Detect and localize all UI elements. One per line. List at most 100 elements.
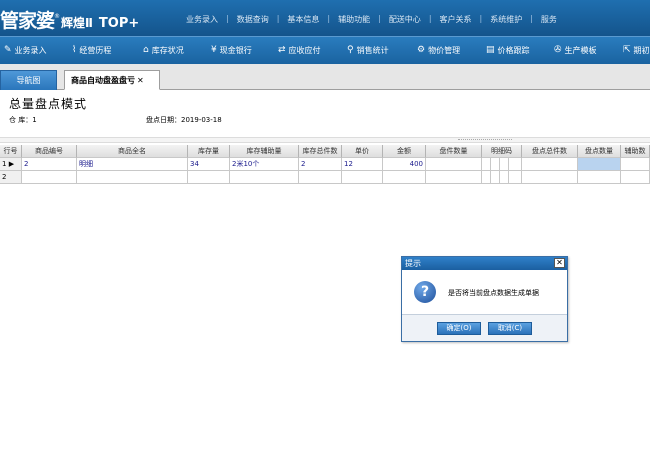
top-menu: 业务录入 | 数据查询 | 基本信息 | 辅助功能 | 配送中心 | 客户关系 | 系统维护… [178,14,565,25]
column-header[interactable]: 金额 [383,145,426,158]
column-header[interactable]: 盘点数量 [578,145,621,158]
cell-count-qty[interactable] [578,158,621,171]
cell-aux-count[interactable] [621,158,650,171]
current-row-marker-icon: ▶ [8,160,15,168]
cell-stock-total[interactable] [299,171,342,184]
gear-icon: ⚙ [417,45,426,55]
toolbar-operation-history[interactable]: ⌇ 经营历程 [72,45,111,56]
cell-count-total[interactable] [522,171,578,184]
column-header[interactable]: 商品全名 [77,145,188,158]
toolbar-sales-stats[interactable]: ⚲ 销售统计 [347,45,389,56]
close-icon[interactable]: ✕ [554,258,565,268]
wrench-icon: ✇ [554,45,562,55]
book-icon: ▤ [486,45,495,55]
cell-piece-qty[interactable] [426,171,482,184]
cell-stock-aux[interactable]: 2米10个 [230,158,299,171]
toolbar-production-template[interactable]: ✇ 生产模板 [554,45,597,56]
toolbar-business-entry[interactable]: ✎ 业务录入 [4,45,47,56]
table-row[interactable]: 1 ▶ 2 明细 34 2米10个 2 12 400 [0,158,650,171]
cell-detail-code[interactable] [509,171,522,184]
cell-count-qty[interactable] [578,171,621,184]
toolbar-cash-bank[interactable]: ¥ 现金银行 [211,45,252,56]
cell-detail-code[interactable] [482,158,491,171]
cell-piece-qty[interactable] [426,158,482,171]
top-menu-item[interactable]: 辅助功能 [330,14,378,25]
column-header[interactable]: 辅助数 [621,145,650,158]
column-header[interactable]: 盘件数量 [426,145,482,158]
cell-detail-code[interactable] [500,171,509,184]
row-number: 2 [0,171,22,184]
table-row[interactable]: 2 [0,171,650,184]
cell-stock-qty[interactable] [188,171,230,184]
export-icon: ⇱ [623,45,631,55]
cell-product-name[interactable]: 明细 [77,158,188,171]
cell-amount[interactable]: 400 [383,158,426,171]
tab-navigation-map[interactable]: 导航图 [0,70,57,90]
dialog-title-bar[interactable]: 提示 ✕ [402,257,567,270]
toolbar-opening[interactable]: ⇱ 期初 [623,45,650,56]
cancel-button[interactable]: 取消(C) [488,322,532,335]
splitter-handle[interactable] [0,137,650,143]
logo-main: 管家婆 [0,10,55,32]
column-header[interactable]: 库存辅助量 [230,145,299,158]
logo-registered-mark: ® [54,13,61,20]
pen-icon: ✎ [4,45,12,55]
yen-icon: ¥ [211,45,217,55]
top-menu-item[interactable]: 数据查询 [229,14,277,25]
cell-product-code[interactable] [22,171,77,184]
top-menu-item[interactable]: 基本信息 [279,14,327,25]
cell-stock-qty[interactable]: 34 [188,158,230,171]
cell-product-name[interactable] [77,171,188,184]
cell-stock-aux[interactable] [230,171,299,184]
grid-header-row: 行号 商品编号 商品全名 库存量 库存辅助量 库存总件数 单价 金额 盘件数量 … [0,145,650,158]
top-menu-item[interactable]: 业务录入 [178,14,226,25]
ok-button[interactable]: 确定(O) [437,322,481,335]
cell-detail-code[interactable] [509,158,522,171]
top-menu-item[interactable]: 系统维护 [482,14,530,25]
column-header[interactable]: 单价 [342,145,383,158]
cell-count-total[interactable] [522,158,578,171]
arrows-icon: ⇄ [278,45,286,55]
column-header[interactable]: 盘点总件数 [522,145,578,158]
warehouse-label: 仓 库： [9,116,33,124]
cell-unit-price[interactable] [342,171,383,184]
top-banner: 管家婆 ® 辉煌Ⅱ TOP+ 业务录入 | 数据查询 | 基本信息 | 辅助功能 | 配… [0,0,650,36]
dialog-footer: 确定(O) 取消(C) [402,314,567,341]
row-number: 1 ▶ [0,158,22,171]
tab-stock-count[interactable]: 商品自动盘盈盘亏 ✕ [64,70,160,90]
top-menu-item[interactable]: 服务 [533,14,565,25]
search-icon: ⚲ [347,45,354,55]
column-header[interactable]: 明细码 [482,145,522,158]
dialog-title: 提示 [405,259,421,268]
count-date-value: 2019-03-18 [181,116,222,124]
cell-detail-code[interactable] [500,158,509,171]
cell-product-code[interactable]: 2 [22,158,77,171]
page-title: 总量盘点模式 [9,97,88,111]
logo-sub: 辉煌Ⅱ [61,16,93,30]
cell-detail-code[interactable] [482,171,491,184]
column-header[interactable]: 商品编号 [22,145,77,158]
warehouse-value: 1 [32,116,37,124]
tab-bar: 导航图 商品自动盘盈盘亏 ✕ [0,64,650,90]
column-header[interactable]: 行号 [0,145,22,158]
dialog-message: 是否将当前盘点数据生成单据 [448,289,539,297]
cell-unit-price[interactable]: 12 [342,158,383,171]
column-header[interactable]: 库存量 [188,145,230,158]
question-icon: ? [414,281,436,303]
toolbar-price-management[interactable]: ⚙ 物价管理 [417,45,460,56]
top-menu-item[interactable]: 客户关系 [432,14,480,25]
cell-detail-code[interactable] [491,171,500,184]
toolbar-price-tracking[interactable]: ▤ 价格跟踪 [486,45,530,56]
toolbar-receivable-payable[interactable]: ⇄ 应收应付 [278,45,321,56]
cell-detail-code[interactable] [491,158,500,171]
column-header[interactable]: 库存总件数 [299,145,342,158]
cell-stock-total[interactable]: 2 [299,158,342,171]
top-menu-item[interactable]: 配送中心 [381,14,429,25]
cell-aux-count[interactable] [621,171,650,184]
close-icon[interactable]: ✕ [137,76,144,85]
toolbar-inventory-status[interactable]: ⌂ 库存状况 [143,45,184,56]
count-date-info: 盘点日期：2019-03-18 [146,115,222,125]
cell-amount[interactable] [383,171,426,184]
warehouse-info: 仓 库：1 [9,115,37,125]
chart-icon: ⌇ [72,45,77,55]
